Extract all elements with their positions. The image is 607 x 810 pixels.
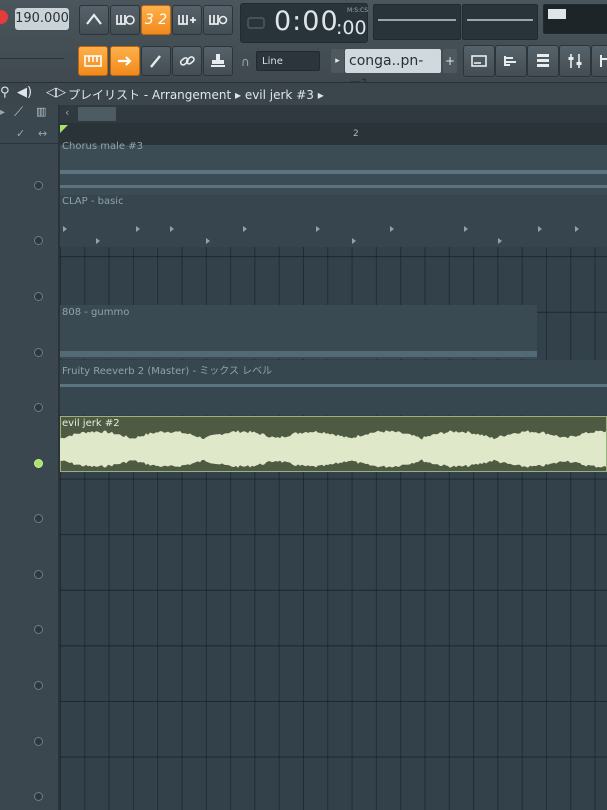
mixer-icon [568, 54, 582, 68]
track-8-mute-toggle[interactable] [34, 570, 43, 579]
time-mode-icon [247, 17, 265, 29]
draw-mode-icon[interactable]: ⟋ [14, 105, 23, 120]
link-icon [179, 56, 195, 66]
tempo-display[interactable]: 190.000 [15, 8, 69, 30]
clip-title: 808 - gummo [62, 307, 130, 318]
step-edit-icon [178, 15, 196, 25]
arrow-tool-button[interactable] [110, 46, 140, 76]
song-time-units: M:S:CS [347, 7, 369, 14]
horizontal-scrollbar[interactable]: ‹ [60, 105, 607, 123]
add-pattern-button[interactable]: + [443, 49, 457, 73]
resize-tool-icon[interactable]: ↔ [38, 127, 47, 140]
draw-tool-button[interactable] [141, 46, 171, 76]
browser-window-button[interactable] [591, 45, 607, 77]
clip-automation-line [60, 351, 537, 357]
track-7-mute-toggle[interactable] [34, 514, 43, 523]
scroll-left-icon[interactable]: ‹ [65, 106, 69, 119]
track-5-mute-toggle[interactable] [34, 403, 43, 412]
master-pitch-meter[interactable] [462, 4, 538, 40]
search-icon[interactable]: ⚲ [0, 85, 10, 100]
output-monitor [543, 4, 607, 34]
track-3-mute-toggle[interactable] [34, 292, 43, 301]
pattern-prev-button[interactable]: ▸ [331, 49, 344, 73]
metronome-icon [86, 13, 102, 25]
keyboard-mode-icon[interactable]: ▥ [36, 105, 46, 118]
snap-select[interactable]: Line [256, 51, 320, 71]
clip-title: CLAP - basic [62, 196, 124, 207]
slice-tool-icon[interactable]: ✓ [16, 127, 25, 140]
arrow-split-icon[interactable]: ◁▷ [46, 85, 66, 100]
song-time-display[interactable]: 0:00 M:S:CS :00 [240, 3, 368, 43]
channel-rack-window-button[interactable] [527, 45, 559, 77]
audio-waveform [60, 430, 606, 468]
step-edit-button[interactable] [172, 5, 202, 35]
track-9-mute-toggle[interactable] [34, 625, 43, 634]
ruler-bar-label: 2 [353, 129, 359, 139]
record-button[interactable] [0, 10, 8, 24]
master-volume-meter[interactable] [373, 4, 461, 40]
wait-input-button[interactable] [110, 5, 140, 35]
track-header-column: ▸ ⟋ ▥ ✓ ↔ [0, 105, 60, 810]
piano-roll-snap-button[interactable] [78, 46, 108, 76]
right-arrow-icon [118, 56, 132, 66]
pattern-counter-button[interactable]: 3 2 [141, 5, 171, 35]
playlist-window-button[interactable] [463, 45, 495, 77]
link-tool-button[interactable] [172, 46, 202, 76]
song-time-centiseconds: :00 [336, 17, 367, 39]
keyboard-icon [84, 55, 102, 67]
brush-icon [150, 55, 161, 68]
playlist-header-bar: ⚲ ◀) ◁▷ プレイリスト - Arrangement ▸ evil jerk… [0, 83, 607, 106]
scrollbar-thumb[interactable] [78, 107, 116, 121]
track-10-mute-toggle[interactable] [34, 681, 43, 690]
mixer-window-button[interactable] [559, 45, 591, 77]
clip-title: Chorus male #3 [62, 141, 143, 152]
wait-input-icon [116, 15, 135, 25]
track-6-mute-toggle[interactable] [34, 459, 43, 468]
breadcrumb[interactable]: プレイリスト - Arrangement ▸ evil jerk #3 ▸ [68, 86, 324, 103]
loop-record-button[interactable] [203, 5, 233, 35]
stamp-tool-button[interactable] [203, 46, 233, 76]
track-2-mute-toggle[interactable] [34, 236, 43, 245]
pointer-icon[interactable]: ▸ [0, 107, 5, 118]
loop-record-icon [209, 15, 228, 25]
automation-curve [60, 384, 607, 387]
piano-roll-window-button[interactable] [495, 45, 527, 77]
track-11-mute-toggle[interactable] [34, 737, 43, 746]
clip-automation-line [60, 185, 607, 188]
clip-automation-line [60, 170, 607, 174]
track-1-mute-toggle[interactable] [34, 181, 43, 190]
audio-clip-title: evil jerk #2 [62, 418, 120, 429]
pattern-select[interactable]: conga..pn-rr1 [345, 49, 441, 93]
magnet-icon[interactable]: ∩ [241, 55, 250, 69]
piano-roll-icon [504, 56, 516, 66]
snap-select-value: Line [262, 56, 283, 67]
channel-rack-icon [537, 54, 549, 67]
track-12-mute-toggle[interactable] [34, 792, 43, 801]
track-4-mute-toggle[interactable] [34, 348, 43, 357]
clip-note-markers [63, 226, 579, 244]
main-toolbar: 190.000 3 2 0:00 M:S:CS :00 ∩ Line ▸ con… [0, 0, 607, 93]
metronome-button[interactable] [79, 5, 109, 35]
playhead-marker[interactable] [60, 125, 68, 133]
speaker-icon[interactable]: ◀) [17, 85, 32, 100]
browser-icon [600, 55, 607, 67]
stamp-icon [211, 54, 225, 67]
clip-title: Fruity Reeverb 2 (Master) - ミックス レベル [62, 366, 273, 377]
playlist-icon [471, 55, 487, 67]
song-time-value: 0:00 [274, 6, 339, 37]
